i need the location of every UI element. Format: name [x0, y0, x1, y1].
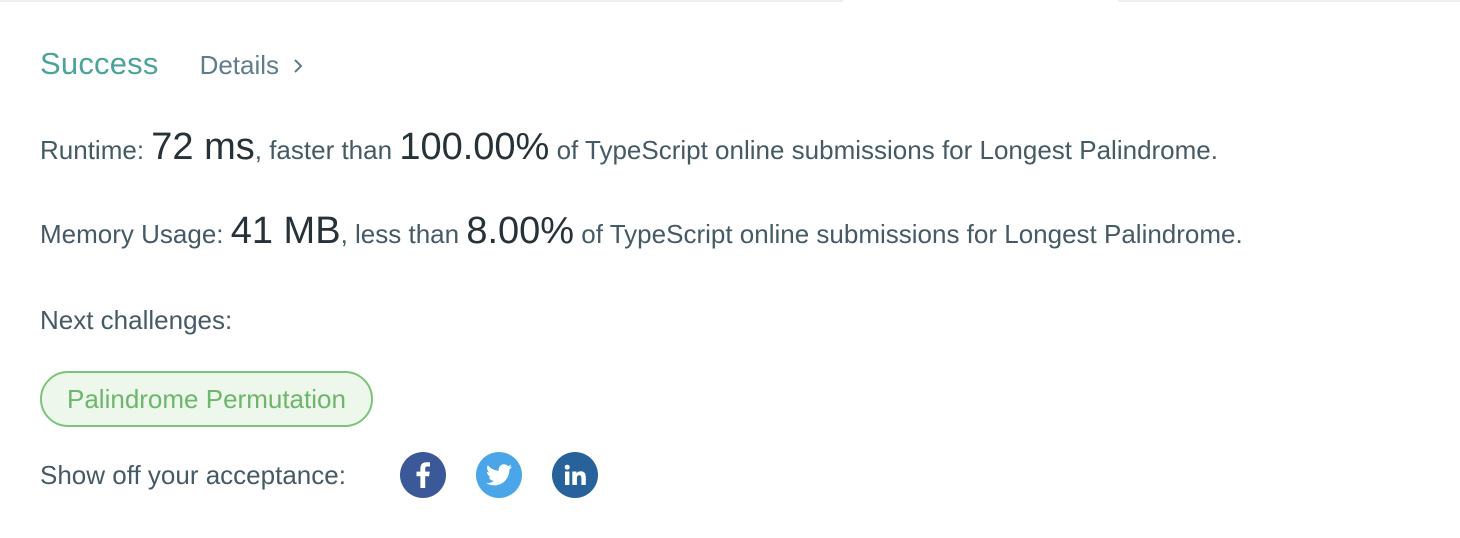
details-label: Details [199, 50, 280, 80]
share-label: Show off your acceptance: [40, 459, 346, 490]
memory-value: 41 MB [230, 210, 341, 252]
twitter-share-button[interactable] [475, 452, 522, 498]
result-header: Success Details [40, 46, 303, 82]
status-label: Success [40, 46, 159, 81]
runtime-suffix: of TypeScript online submissions for Lon… [556, 135, 1218, 165]
facebook-icon [416, 462, 430, 488]
linkedin-share-button[interactable] [551, 452, 598, 498]
linkedin-icon [564, 464, 586, 485]
runtime-percent: 100.00% [399, 126, 550, 168]
runtime-label: Runtime: [40, 135, 145, 165]
memory-label: Memory Usage: [40, 219, 224, 249]
share-icons [399, 452, 628, 498]
next-challenges-label: Next challenges: [40, 305, 233, 335]
runtime-stat: Runtime: 72 ms, faster than 100.00% of T… [40, 126, 1218, 169]
memory-percent: 8.00% [466, 210, 575, 252]
memory-stat: Memory Usage: 41 MB, less than 8.00% of … [40, 210, 1243, 253]
details-link[interactable]: Details [200, 50, 303, 81]
tab-divider-right [1118, 0, 1460, 2]
memory-comparison: , less than [340, 219, 460, 249]
facebook-share-button[interactable] [399, 452, 446, 498]
twitter-icon [485, 464, 512, 486]
challenge-pill-palindrome-permutation[interactable]: Palindrome Permutation [40, 371, 373, 427]
chevron-right-icon [294, 58, 303, 73]
share-row: Show off your acceptance: [40, 452, 628, 498]
runtime-value: 72 ms [151, 126, 255, 168]
tab-divider-left [0, 0, 843, 2]
runtime-comparison: , faster than [254, 135, 393, 165]
memory-suffix: of TypeScript online submissions for Lon… [581, 219, 1243, 249]
submission-result-panel: Success Details Runtime: 72 ms, faster t… [0, 0, 1460, 538]
